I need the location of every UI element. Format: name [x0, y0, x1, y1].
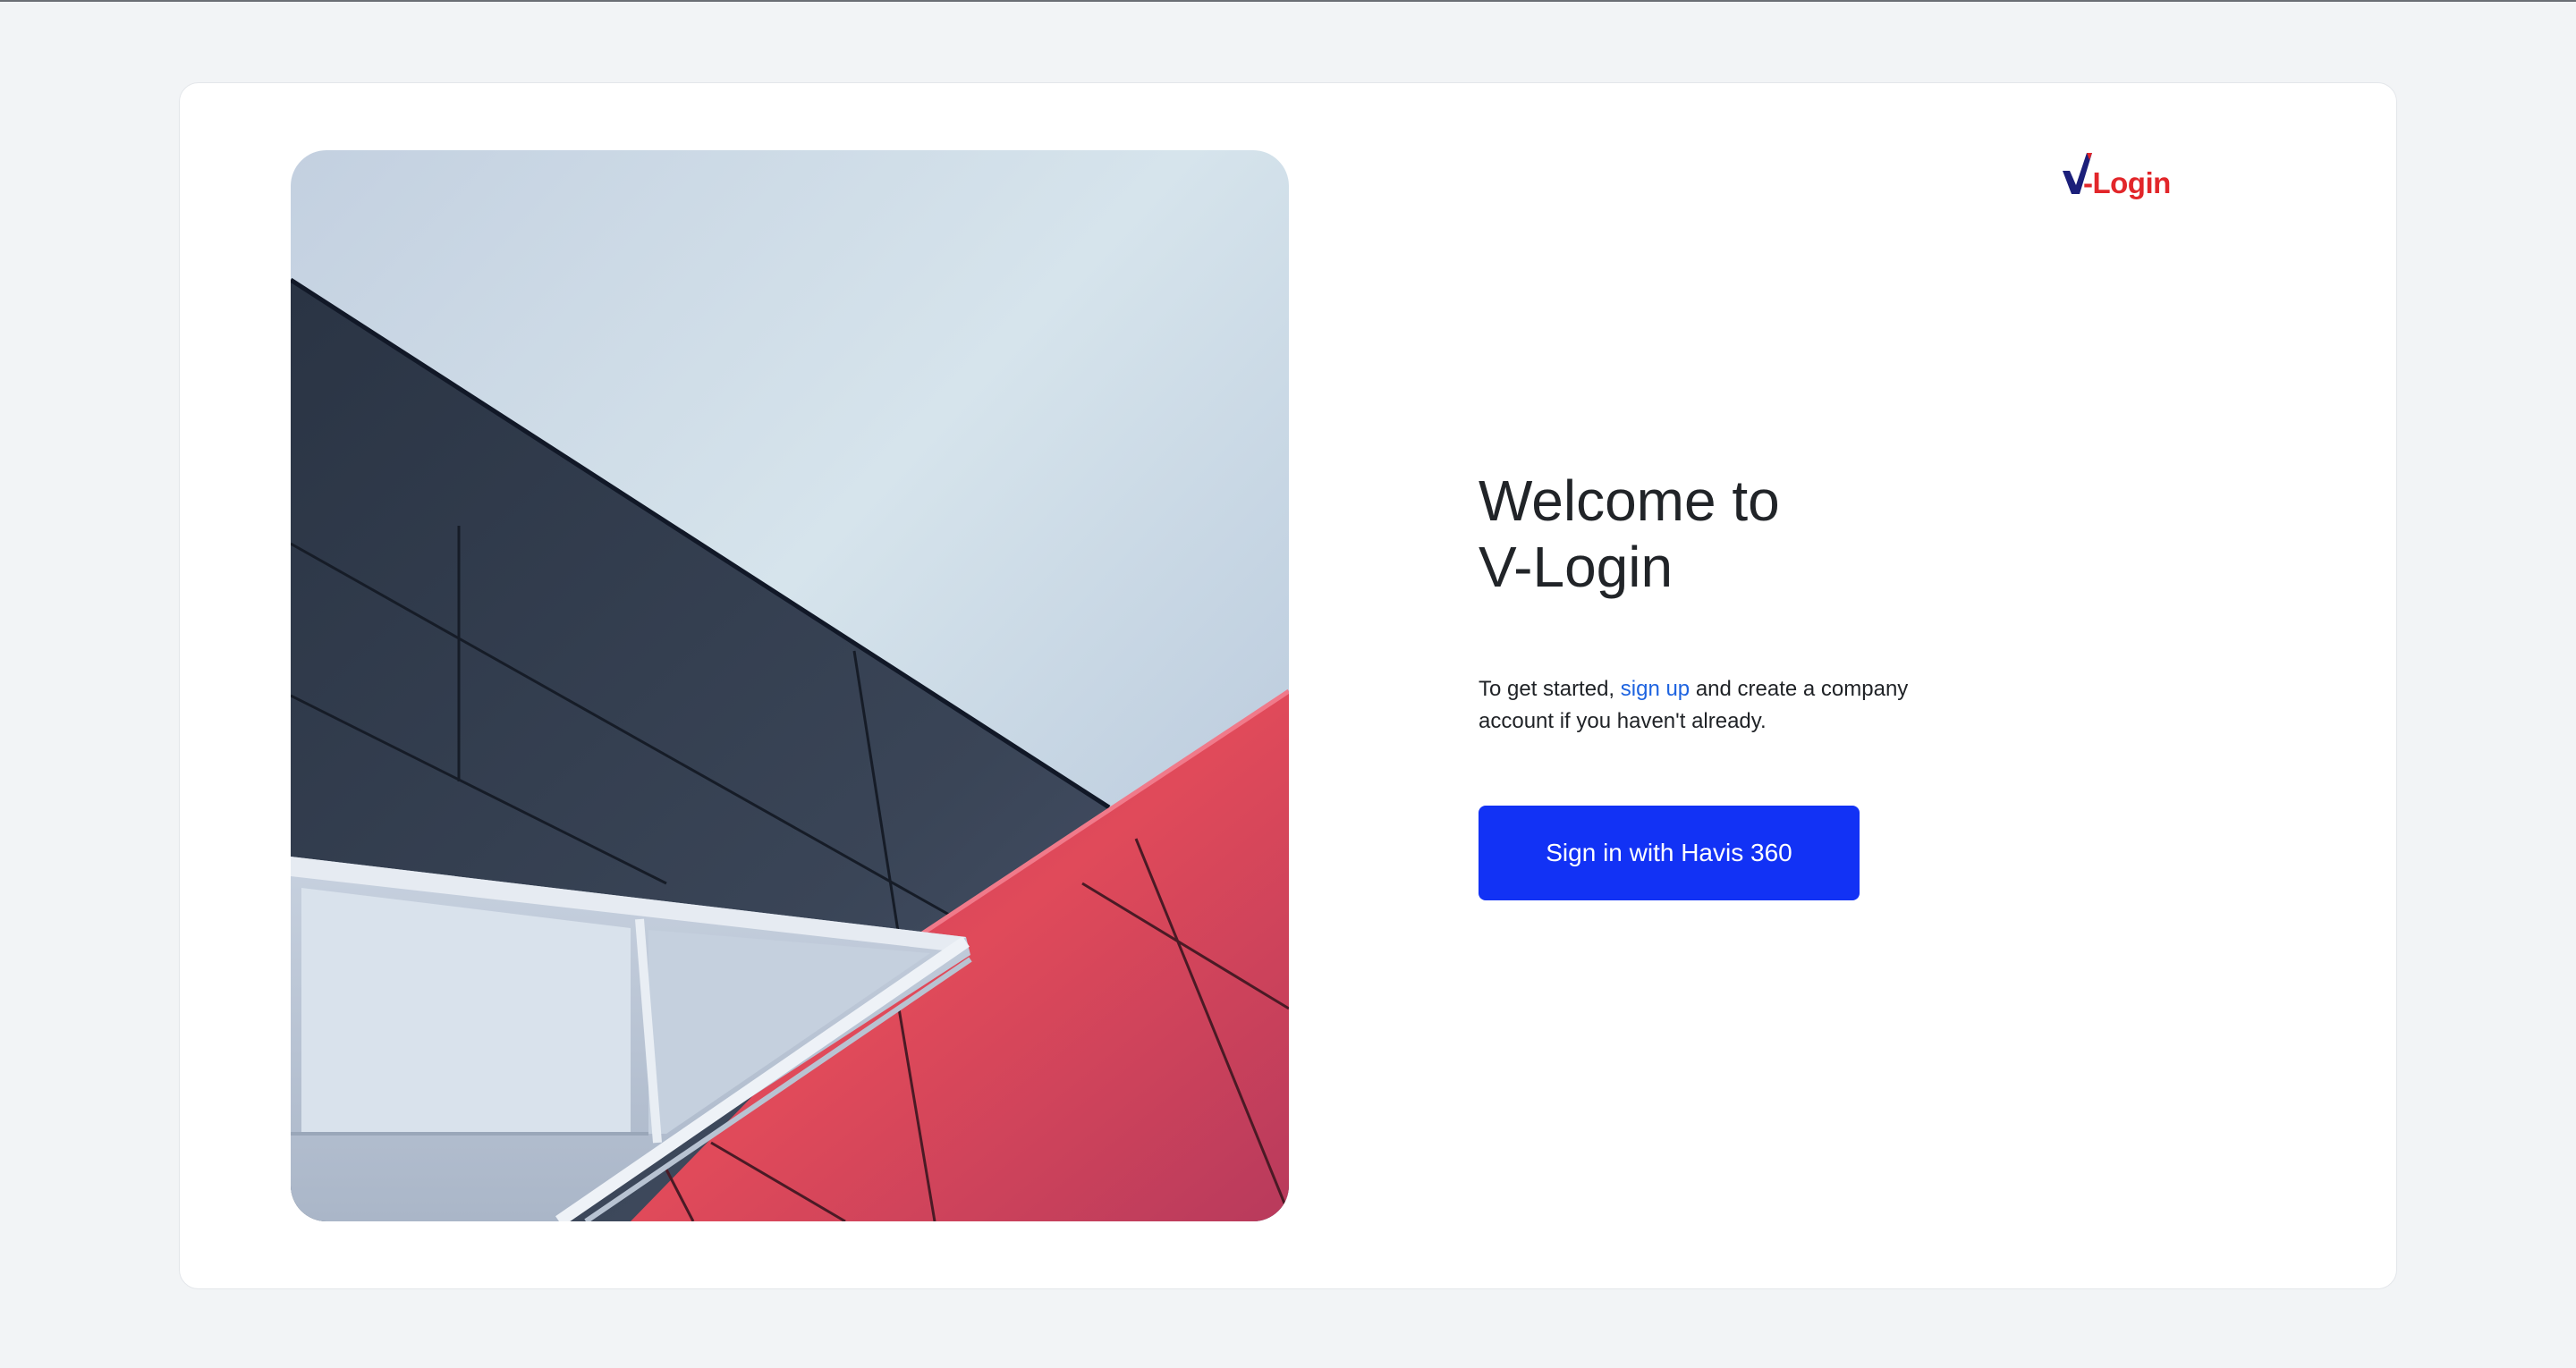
- intro-prefix: To get started,: [1479, 677, 1621, 701]
- title-line-1: Welcome to: [1479, 469, 1780, 533]
- hero-image: [291, 150, 1289, 1221]
- sign-in-havis-button[interactable]: Sign in with Havis 360: [1479, 806, 1860, 900]
- page-title: Welcome to V-Login: [1479, 468, 1979, 600]
- welcome-panel: Welcome to V-Login To get started, sign …: [1479, 468, 1979, 900]
- intro-text: To get started, sign up and create a com…: [1479, 673, 1944, 738]
- title-line-2: V-Login: [1479, 535, 1674, 599]
- sign-up-link[interactable]: sign up: [1621, 677, 1690, 701]
- v-login-logo: -Login: [2060, 148, 2182, 203]
- login-card: -Login Welcome to V-Login To get started…: [179, 82, 2397, 1289]
- logo-text: -Login: [2083, 166, 2171, 199]
